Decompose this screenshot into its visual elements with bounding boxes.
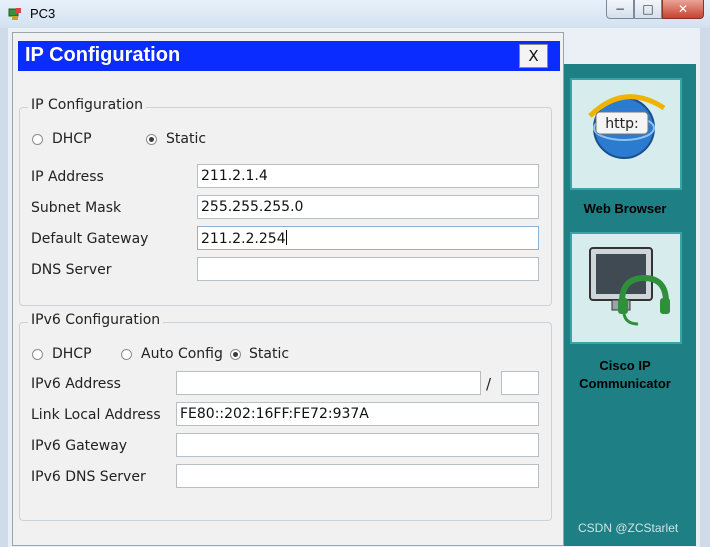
- ipv4-config-group: IP Configuration DHCP Static IP Address …: [19, 97, 552, 306]
- ip-communicator-icon: [582, 242, 672, 336]
- ipv6-dhcp-radio[interactable]: DHCP: [32, 346, 92, 362]
- ip-address-input[interactable]: 211.2.1.4: [197, 164, 539, 188]
- ipv4-dhcp-radio[interactable]: DHCP: [32, 131, 92, 147]
- minimize-button[interactable]: −: [606, 0, 634, 19]
- ipv6-gateway-label: IPv6 Gateway: [31, 438, 128, 454]
- ipv4-static-radio[interactable]: Static: [146, 131, 206, 147]
- window-close-button[interactable]: ✕: [662, 0, 704, 19]
- default-gateway-value: 211.2.2.254: [201, 231, 286, 247]
- ipv6-auto-config-radio[interactable]: Auto Config: [121, 346, 223, 362]
- web-browser-label[interactable]: Web Browser: [558, 201, 692, 216]
- dialog-title: IP Configuration: [25, 44, 181, 66]
- ipv6-static-radio[interactable]: Static: [230, 346, 289, 362]
- web-browser-icon: http:: [580, 86, 672, 170]
- radio-circle-icon: [121, 348, 132, 360]
- web-browser-tile[interactable]: http:: [570, 78, 682, 190]
- dialog-close-button[interactable]: X: [519, 44, 548, 68]
- maximize-button[interactable]: □: [634, 0, 662, 19]
- watermark: CSDN @ZCStarlet: [578, 521, 679, 535]
- dns-server-label: DNS Server: [31, 262, 112, 278]
- dialog-titlebar: IP Configuration: [18, 41, 560, 71]
- prefix-separator: /: [486, 375, 492, 393]
- ipv6-group-title: IPv6 Configuration: [28, 312, 164, 328]
- subnet-mask-label: Subnet Mask: [31, 200, 122, 216]
- ip-communicator-tile[interactable]: [570, 232, 682, 344]
- ipv6-dns-server-label: IPv6 DNS Server: [31, 469, 146, 485]
- ip-address-label: IP Address: [31, 169, 104, 185]
- window-title: PC3: [30, 6, 56, 21]
- window-controls: − □ ✕: [606, 0, 704, 20]
- app-icon: [8, 6, 22, 20]
- default-gateway-label: Default Gateway: [31, 231, 149, 247]
- window-frame-right: [700, 28, 710, 547]
- ipv6-address-input[interactable]: [176, 371, 481, 395]
- ipv6-dns-server-input[interactable]: [176, 464, 539, 488]
- radio-circle-icon: [32, 133, 43, 145]
- radio-selected-icon: [230, 348, 241, 360]
- window-frame-left: [0, 28, 8, 547]
- ipv6-gateway-input[interactable]: [176, 433, 539, 457]
- ip-communicator-label[interactable]: Cisco IP Communicator: [558, 357, 692, 393]
- window-titlebar: PC3 − □ ✕: [0, 0, 710, 29]
- ipv6-static-label: Static: [249, 346, 290, 362]
- text-cursor: [285, 230, 287, 245]
- ipv6-dhcp-label: DHCP: [52, 346, 92, 362]
- radio-circle-icon: [32, 348, 43, 360]
- ipv6-config-group: IPv6 Configuration DHCP Auto Config Stat…: [19, 312, 552, 521]
- ipv4-static-label: Static: [166, 131, 207, 147]
- ip-configuration-dialog: IP Configuration X IP Configuration DHCP…: [12, 32, 564, 546]
- ipv6-prefix-input[interactable]: [501, 371, 539, 395]
- dns-server-input[interactable]: [197, 257, 539, 281]
- radio-selected-icon: [146, 133, 157, 145]
- ipv6-address-label: IPv6 Address: [31, 376, 121, 392]
- ipv4-group-title: IP Configuration: [28, 97, 146, 113]
- ipv6-auto-config-label: Auto Config: [141, 346, 223, 362]
- link-local-address-label: Link Local Address: [31, 407, 161, 423]
- svg-text:http:: http:: [605, 116, 638, 132]
- link-local-address-input[interactable]: FE80::202:16FF:FE72:937A: [176, 402, 539, 426]
- ipv4-dhcp-label: DHCP: [52, 131, 92, 147]
- default-gateway-input[interactable]: 211.2.2.254: [197, 226, 539, 250]
- subnet-mask-input[interactable]: 255.255.255.0: [197, 195, 539, 219]
